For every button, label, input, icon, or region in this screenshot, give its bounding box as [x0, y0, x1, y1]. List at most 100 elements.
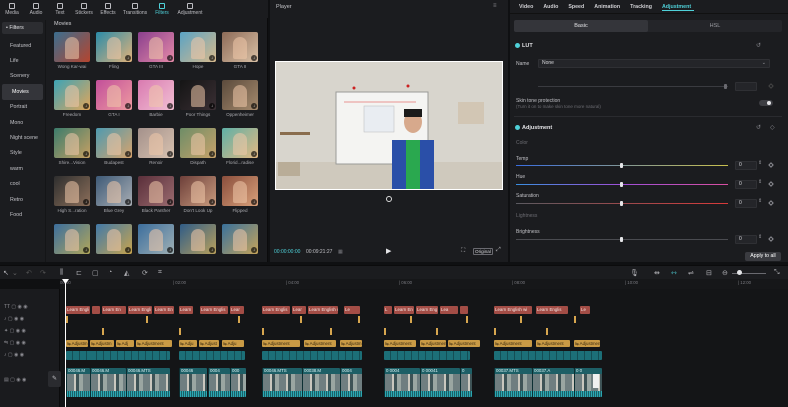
adjustment-clip[interactable]: ⇋ Adju	[179, 340, 197, 347]
clip-name: 00046.M	[68, 368, 86, 373]
video-clip[interactable]: 00037.MTS	[494, 368, 532, 397]
video-clip[interactable]: 0004	[208, 368, 230, 397]
video-clip[interactable]: 00037.A	[532, 368, 574, 397]
adjustment-clip[interactable]: ⇋ Adjustment	[384, 340, 416, 347]
text-clip[interactable]: Learn En	[394, 306, 414, 314]
text-clip[interactable]: Learn English wi	[494, 306, 532, 314]
clip-name: 0 0	[576, 368, 583, 373]
clip-waveform	[385, 391, 420, 397]
audio-marker[interactable]	[410, 316, 412, 323]
video-clip[interactable]: 00038.M	[302, 368, 340, 397]
text-clip[interactable]: Le	[344, 306, 360, 314]
adjustment-clip[interactable]: ⇋ Adjustment	[574, 340, 600, 347]
adjustment-clip[interactable]: ⇋ Adjustment	[136, 340, 172, 347]
audio-marker[interactable]	[466, 316, 468, 323]
adjustment-clip[interactable]: ⇋ Adjustment	[448, 340, 480, 347]
clip-name: 00046	[181, 368, 194, 373]
text-clip[interactable]: Learn Engli	[128, 306, 152, 314]
clip-label: Adjustm	[71, 341, 88, 346]
text-clip[interactable]: Lea	[440, 306, 458, 314]
audio-marker[interactable]	[358, 316, 360, 323]
adjustment-clip[interactable]: ⇋ Adjustment	[536, 340, 570, 347]
clip-label: Adjustm	[345, 341, 362, 346]
text-clip[interactable]: Learn Englis	[200, 306, 228, 314]
clip-waveform	[263, 391, 302, 397]
clip-name: 0 00041	[422, 368, 438, 373]
text-clip[interactable]: Learn En	[154, 306, 174, 314]
audio-marker[interactable]	[102, 328, 104, 335]
text-clip[interactable]	[92, 306, 100, 314]
adjustment-clip[interactable]: ⇋ Adjust	[199, 340, 219, 347]
text-clip[interactable]: Lear	[230, 306, 244, 314]
clip-waveform	[341, 391, 362, 397]
video-clip[interactable]: 00046.MTS	[126, 368, 170, 397]
adjustment-clip[interactable]: ⇋ Adjustment	[494, 340, 532, 347]
video-clip[interactable]: 00046	[179, 368, 207, 397]
adjustment-clip[interactable]: ⇋ Adjustment	[304, 340, 336, 347]
clip-layer: Learn Engli Learn En Learn Engli Learn En Le…	[0, 0, 788, 407]
effect-clip[interactable]	[90, 351, 170, 360]
clip-frames	[303, 374, 340, 391]
adjustment-clip[interactable]: ⇋ Adjustm	[90, 340, 114, 347]
playhead[interactable]	[65, 279, 66, 407]
adjustment-clip[interactable]: ⇋ Adjustm	[66, 340, 88, 347]
audio-marker[interactable]	[520, 316, 522, 323]
clip-waveform	[575, 391, 602, 397]
text-clip[interactable]: Learn Engli	[66, 306, 90, 314]
text-clip[interactable]: Learn Englis	[262, 306, 290, 314]
audio-marker[interactable]	[179, 328, 181, 335]
clip-frames	[533, 374, 574, 391]
clip-label: Adjustment	[141, 341, 164, 346]
audio-marker[interactable]	[262, 328, 264, 335]
text-clip[interactable]: Learn Eng	[416, 306, 438, 314]
audio-marker[interactable]	[238, 316, 240, 323]
clip-end-marker[interactable]	[593, 374, 599, 388]
audio-marker[interactable]	[66, 316, 68, 323]
text-clip[interactable]: Lear	[292, 306, 306, 314]
clip-waveform	[67, 391, 90, 397]
audio-marker[interactable]	[546, 328, 548, 335]
audio-marker[interactable]	[384, 328, 386, 335]
text-clip[interactable]: Learn Englis	[536, 306, 568, 314]
clip-name: 0 0004	[386, 368, 400, 373]
audio-marker[interactable]	[146, 316, 148, 323]
clip-frames	[263, 374, 302, 391]
audio-marker[interactable]	[494, 328, 496, 335]
clip-label: Adjustm	[95, 341, 112, 346]
effect-clip[interactable]	[494, 351, 602, 360]
effect-clip[interactable]	[384, 351, 470, 360]
effect-clip[interactable]	[262, 351, 362, 360]
video-clip[interactable]: 00046.MTS	[262, 368, 302, 397]
video-clip[interactable]: 0004	[340, 368, 362, 397]
audio-marker[interactable]	[300, 316, 302, 323]
audio-marker[interactable]	[330, 328, 332, 335]
text-clip[interactable]: Le	[580, 306, 590, 314]
adjustment-clip[interactable]: ⇋ Adjustm	[340, 340, 362, 347]
clip-frames	[231, 374, 246, 391]
video-clip[interactable]: 000	[230, 368, 246, 397]
video-clip[interactable]: 0	[460, 368, 472, 397]
adjustment-clip[interactable]: ⇋ Adjustment	[420, 340, 446, 347]
audio-marker[interactable]	[574, 316, 576, 323]
text-clip[interactable]: Learn English w	[308, 306, 338, 314]
text-clip[interactable]: Learn En	[102, 306, 126, 314]
video-clip[interactable]: 00046.M	[66, 368, 90, 397]
video-clip[interactable]: 00046.M	[90, 368, 126, 397]
adjustment-clip[interactable]: ⇋ Adju	[222, 340, 244, 347]
clip-label: Adjustment	[453, 341, 476, 346]
text-clip[interactable]: L	[384, 306, 392, 314]
video-clip[interactable]: 0 00041	[420, 368, 460, 397]
audio-marker[interactable]	[436, 328, 438, 335]
clip-name: 0004	[210, 368, 220, 373]
adjustment-clip[interactable]: ⇋ Adjustment	[262, 340, 300, 347]
clip-frames	[127, 374, 170, 391]
clip-name: 000	[232, 368, 240, 373]
text-clip[interactable]	[460, 306, 468, 314]
clip-waveform	[533, 391, 574, 397]
clip-label: Adjustment	[425, 341, 446, 346]
video-clip[interactable]: 0 0004	[384, 368, 420, 397]
adjustment-clip[interactable]: ⇋ Adj	[116, 340, 134, 347]
effect-clip[interactable]	[179, 351, 245, 360]
clip-name: 00037.A	[534, 368, 551, 373]
text-clip[interactable]: Learn	[179, 306, 193, 314]
